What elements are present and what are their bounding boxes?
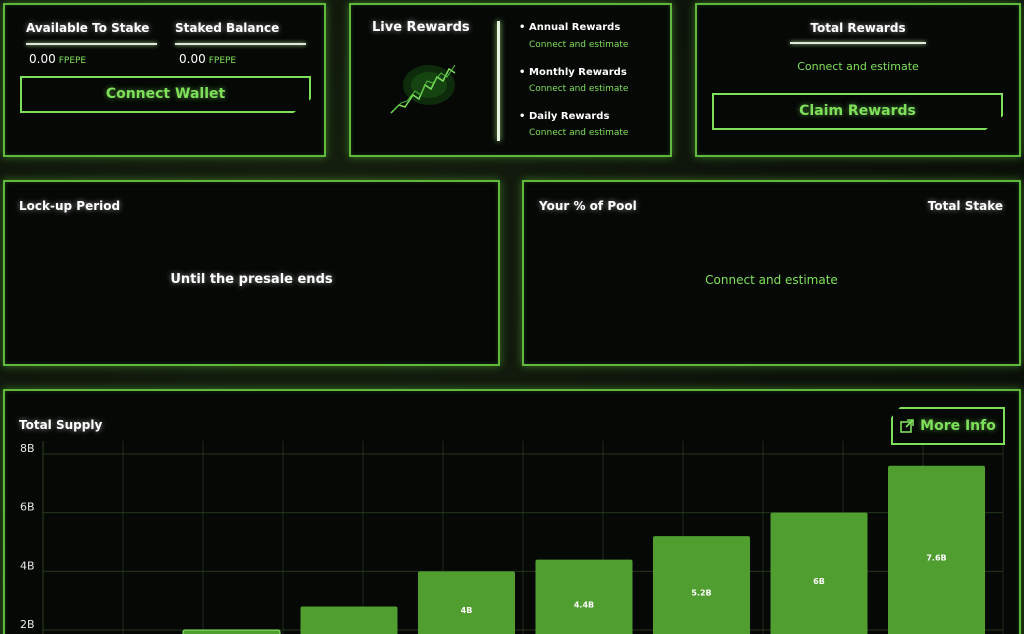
y-tick-label: 2B [20,618,35,631]
total-rewards-card: Total Rewards Connect and estimate Claim… [695,3,1021,157]
monthly-rewards-value: Connect and estimate [529,84,629,94]
total-supply-title: Total Supply [19,418,103,432]
annual-rewards-label: Annual Rewards [519,22,620,33]
supply-bar [888,465,985,634]
y-tick-label: 4B [20,559,35,572]
total-rewards-underline [790,42,926,44]
stake-balance-card: Available To Stake 0.00 FPEPE Staked Bala… [3,3,326,157]
pool-share-title: Your % of Pool [539,199,637,213]
supply-bar [770,512,868,634]
external-link-icon [900,419,914,433]
daily-rewards-value: Connect and estimate [529,128,629,138]
live-rewards-card: Live Rewards Annual Rewards Connect and … [349,3,672,157]
live-rewards-title: Live Rewards [372,20,470,35]
rewards-graph-icon [390,64,456,114]
y-tick-label: 8B [20,442,35,455]
lockup-period-card: Lock-up Period Until the presale ends [3,180,500,366]
monthly-rewards-label: Monthly Rewards [519,67,627,78]
bar-value-label: 5.2B [691,589,711,598]
pool-share-value: Connect and estimate [705,273,838,287]
staked-underline [175,43,306,45]
total-supply-card: 2B 4B 6B 8B 4B 4.4B 5.2B 6B 7.6B Total Supply Mo… [3,389,1021,634]
live-rewards-divider [497,21,500,141]
available-underline [26,43,157,45]
total-supply-chart: 2B 4B 6B 8B 4B 4.4B 5.2B 6B 7.6B [20,441,1004,634]
total-rewards-value: Connect and estimate [797,60,919,73]
staked-balance-label: Staked Balance [175,21,280,35]
supply-bar [300,606,398,634]
more-info-button[interactable]: More Info [891,407,1005,445]
supply-bar [653,536,750,634]
lockup-period-title: Lock-up Period [19,199,121,213]
available-to-stake-label: Available To Stake [26,21,150,35]
bar-value-label: 6B [813,577,825,586]
bar-value-label: 4.4B [574,600,594,609]
supply-bar [535,559,633,634]
claim-rewards-button[interactable]: Claim Rewards [712,93,1003,130]
daily-rewards-label: Daily Rewards [519,111,609,122]
bar-value-label: 4B [461,606,473,615]
total-stake-title: Total Stake [927,199,1003,213]
y-tick-label: 6B [20,501,35,514]
connect-wallet-button[interactable]: Connect Wallet [20,76,311,113]
pool-share-card: Your % of Pool Total Stake Connect and e… [522,180,1021,366]
bar-value-label: 7.6B [926,553,946,562]
supply-bar [418,571,515,634]
more-info-label: More Info [920,418,996,434]
staked-balance-value: 0.00 FPEPE [179,52,237,66]
supply-bar [182,629,281,634]
lockup-period-value: Until the presale ends [170,272,333,287]
total-rewards-title: Total Rewards [810,21,906,35]
available-to-stake-value: 0.00 FPEPE [29,52,87,66]
annual-rewards-value: Connect and estimate [529,40,629,50]
